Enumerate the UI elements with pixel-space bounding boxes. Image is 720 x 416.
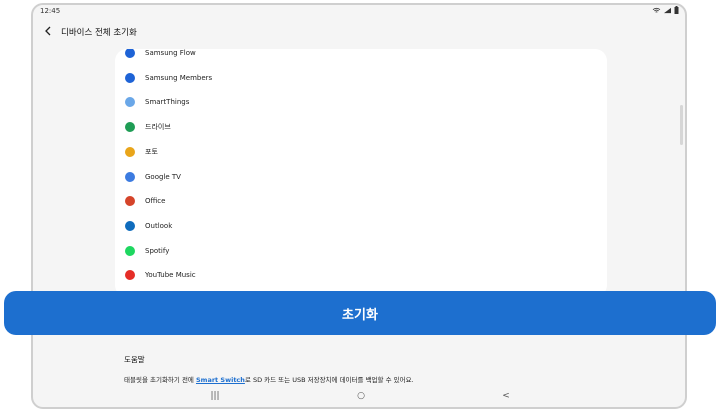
back-button[interactable] <box>41 24 55 40</box>
help-title: 도움말 <box>124 355 145 364</box>
signal-icon <box>664 7 671 13</box>
app-list-item: Samsung Flow <box>125 49 196 63</box>
drive-icon <box>125 122 135 133</box>
recents-button[interactable]: ||| <box>207 389 223 403</box>
app-label: SmartThings <box>145 98 190 107</box>
office-icon <box>125 196 135 207</box>
tablet-screen: 12:45 디바이스 전체 초기화 Samsung Flow Samsung Me… <box>31 3 687 409</box>
home-button[interactable]: ○ <box>353 389 369 403</box>
smartthings-icon <box>125 97 135 108</box>
app-label: 포토 <box>145 147 158 156</box>
navigation-bar: ||| ○ < <box>33 385 685 407</box>
status-bar: 12:45 <box>33 5 685 19</box>
app-label: Samsung Members <box>145 73 213 82</box>
scrollbar[interactable] <box>680 105 683 145</box>
app-label: Samsung Flow <box>145 49 196 57</box>
app-label: Google TV <box>145 172 181 181</box>
page-title: 디바이스 전체 초기화 <box>61 28 137 38</box>
app-label: Outlook <box>145 221 173 230</box>
smart-switch-link[interactable]: Smart Switch <box>196 376 245 384</box>
app-label: YouTube Music <box>145 271 196 280</box>
app-list-item: Samsung Members <box>125 68 212 88</box>
status-icons <box>652 6 679 14</box>
app-list-item: 포토 <box>125 142 158 162</box>
app-list-item: Office <box>125 191 165 211</box>
samsung-flow-icon <box>125 49 135 58</box>
reset-button[interactable]: 초기화 <box>4 291 716 335</box>
app-label: 드라이브 <box>145 123 171 132</box>
app-list-item: 드라이브 <box>125 117 171 137</box>
outlook-icon <box>125 220 135 231</box>
nav-back-button[interactable]: < <box>498 389 514 403</box>
chevron-left-icon <box>45 26 51 36</box>
youtube-music-icon <box>125 270 135 281</box>
samsung-members-icon <box>125 72 135 83</box>
app-list-item: YouTube Music <box>125 265 196 285</box>
help-text-after: 로 SD 카드 또는 USB 저장장치에 데이터를 백업할 수 있어요. <box>244 376 414 384</box>
app-label: Spotify <box>145 246 170 255</box>
app-list-item: Outlook <box>125 216 172 236</box>
status-time: 12:45 <box>40 7 61 15</box>
app-header: 디바이스 전체 초기화 <box>33 21 685 45</box>
wifi-icon <box>652 7 661 13</box>
photos-icon <box>125 146 135 157</box>
help-text-before: 태블릿을 초기화하기 전에 <box>124 376 196 384</box>
app-list-item: SmartThings <box>125 92 189 112</box>
app-label: Office <box>145 197 166 206</box>
app-list-card: Samsung Flow Samsung Members SmartThings 드라… <box>115 49 607 297</box>
app-list-item: Google TV <box>125 167 181 187</box>
help-text: 태블릿을 초기화하기 전에 Smart Switch로 SD 카드 또는 USB… <box>124 374 414 384</box>
google-tv-icon <box>125 171 135 182</box>
battery-icon <box>674 6 679 14</box>
spotify-icon <box>125 245 135 256</box>
app-list-item: Spotify <box>125 241 169 261</box>
